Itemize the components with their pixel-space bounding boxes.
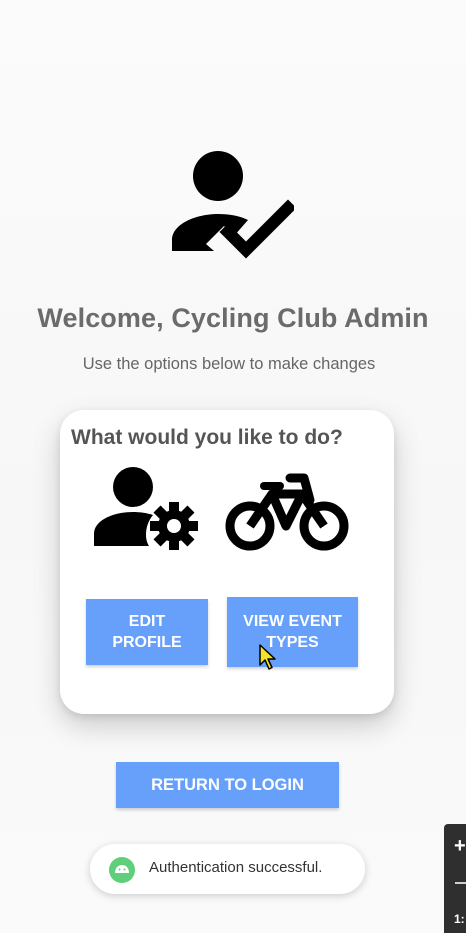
android-icon — [109, 857, 135, 883]
view-event-types-label: VIEW EVENT TYPES — [243, 613, 342, 651]
person-check-icon — [172, 151, 294, 259]
view-event-types-button[interactable]: VIEW EVENT TYPES — [227, 597, 358, 667]
edit-profile-button[interactable]: EDIT PROFILE — [86, 599, 208, 665]
zoom-in-button[interactable]: + — [454, 836, 466, 856]
side-panel: + 1: — [444, 824, 466, 933]
zoom-out-button[interactable] — [455, 882, 466, 884]
side-panel-number: 1: — [454, 912, 465, 926]
options-card: What would you like to do? EDIT PROFILE … — [60, 410, 394, 714]
card-question: What would you like to do? — [71, 426, 343, 449]
page-title: Welcome, Cycling Club Admin — [37, 303, 429, 333]
toast-message: Authentication successful. — [149, 859, 323, 876]
edit-profile-label: EDIT PROFILE — [112, 613, 182, 651]
mouse-cursor-icon — [259, 644, 276, 670]
page-subtitle: Use the options below to make changes — [82, 355, 376, 373]
return-to-login-label: RETURN TO LOGIN — [151, 775, 304, 794]
person-gear-icon — [94, 467, 198, 550]
toast: Authentication successful. — [90, 844, 365, 894]
screen: Welcome, Cycling Club Admin Use the opti… — [0, 0, 466, 933]
bicycle-icon — [225, 473, 349, 551]
return-to-login-button[interactable]: RETURN TO LOGIN — [116, 762, 339, 808]
